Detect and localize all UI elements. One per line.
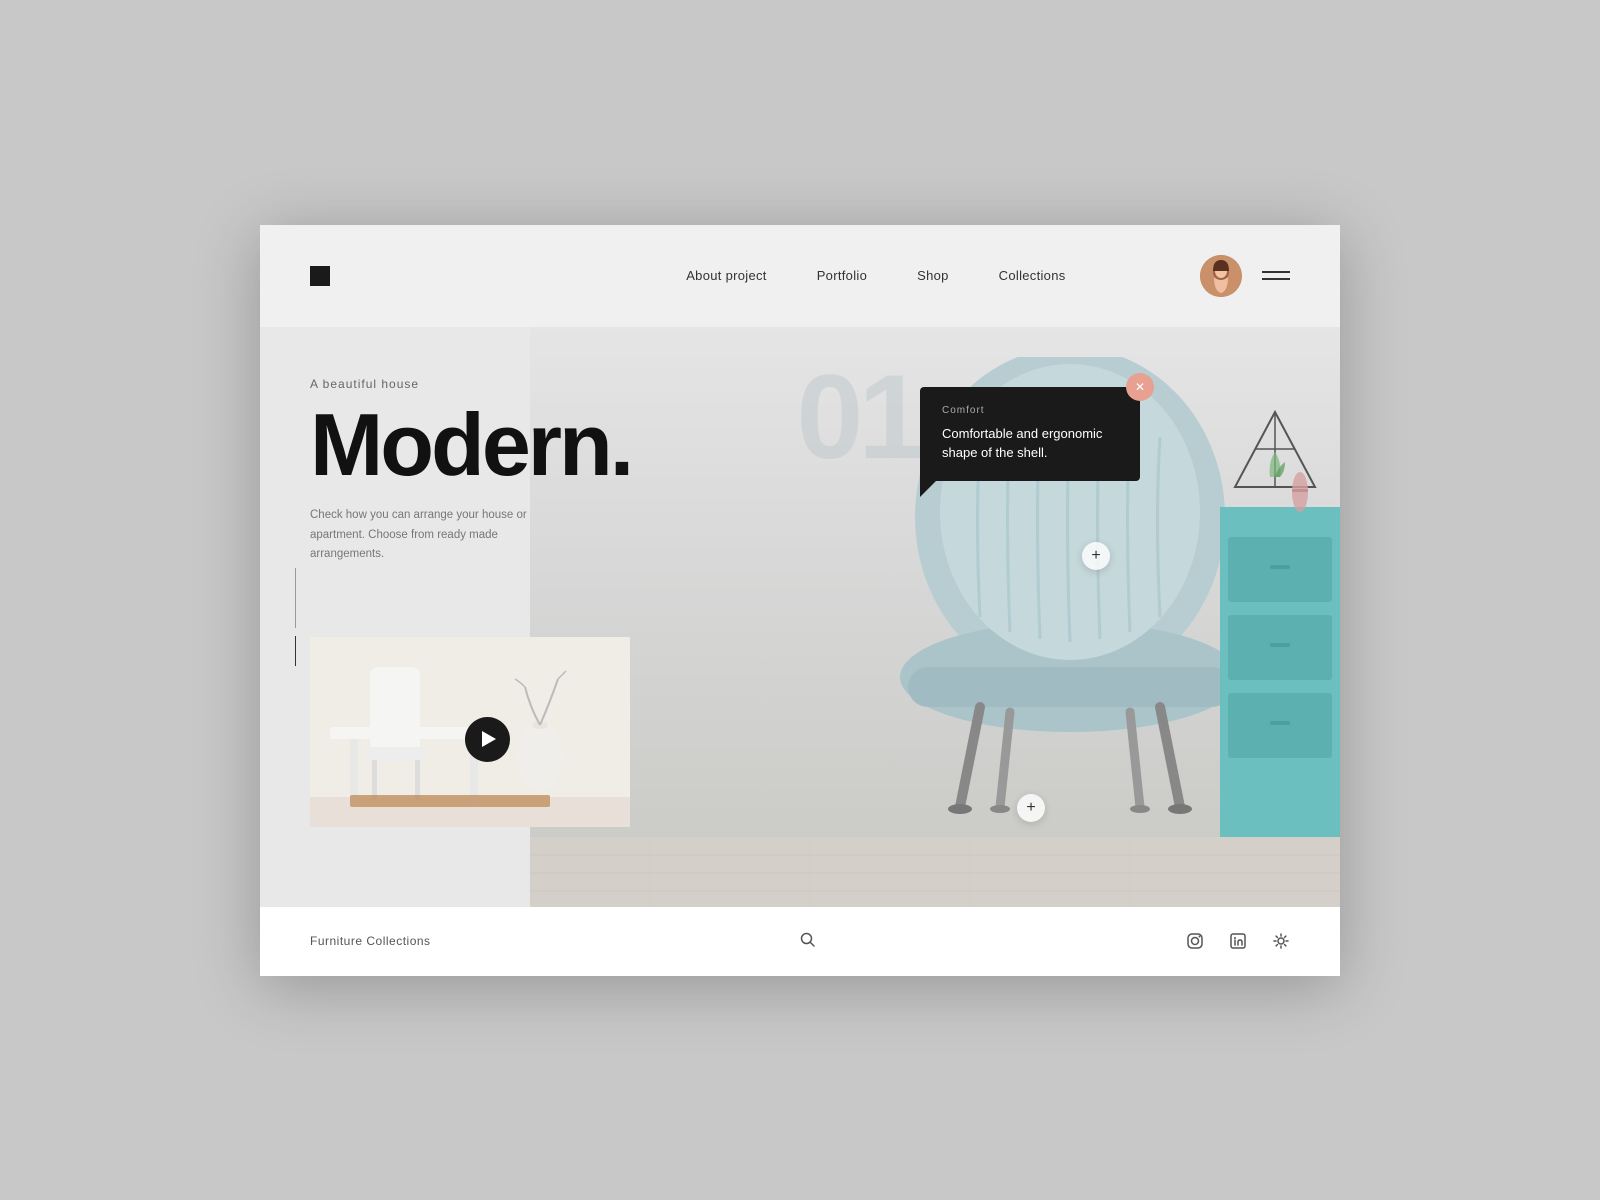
footer-icons (1186, 932, 1290, 950)
footer-brand: Furniture Collections (310, 934, 431, 948)
avatar[interactable] (1200, 255, 1242, 297)
nav-item-shop[interactable]: Shop (917, 268, 949, 283)
tooltip-label: Comfort (942, 405, 1118, 416)
settings-icon[interactable] (1272, 932, 1290, 950)
hero-subtitle: A beautiful house (310, 377, 631, 391)
footer-search (800, 932, 816, 951)
hero-section: 01 A beautiful house Modern. Check how y… (260, 327, 1340, 907)
hero-title: Modern. (310, 403, 631, 487)
hero-watermark-number: 01 (797, 357, 920, 477)
info-tooltip: ✕ Comfort Comfortable and ergonomic shap… (920, 387, 1140, 481)
terrarium-decor (1230, 407, 1320, 517)
browser-window: About project Portfolio Shop Collections (260, 225, 1340, 976)
hero-content: A beautiful house Modern. Check how you … (310, 377, 631, 605)
nav: About project Portfolio Shop Collections (686, 268, 1065, 283)
hero-description: Check how you can arrange your house or … (310, 506, 530, 565)
plus-marker-2[interactable]: + (1017, 794, 1045, 822)
footer: Furniture Collections (260, 907, 1340, 976)
plus-marker-1[interactable]: + (1082, 542, 1110, 570)
nav-right (1200, 255, 1290, 297)
instagram-icon[interactable] (1186, 932, 1204, 950)
logo-mark (310, 266, 330, 286)
preview-box[interactable] (310, 637, 630, 827)
floor (530, 837, 1340, 907)
header: About project Portfolio Shop Collections (260, 225, 1340, 327)
nav-item-about[interactable]: About project (686, 268, 767, 283)
play-button[interactable] (465, 717, 510, 762)
search-icon[interactable] (800, 932, 816, 951)
side-table (1220, 507, 1340, 837)
hamburger-menu[interactable] (1262, 271, 1290, 280)
tooltip-close-button[interactable]: ✕ (1126, 373, 1154, 401)
scroll-indicator (295, 568, 296, 666)
tooltip-text: Comfortable and ergonomic shape of the s… (942, 424, 1118, 463)
nav-item-portfolio[interactable]: Portfolio (817, 268, 867, 283)
linkedin-icon[interactable] (1229, 932, 1247, 950)
nav-item-collections[interactable]: Collections (999, 268, 1066, 283)
